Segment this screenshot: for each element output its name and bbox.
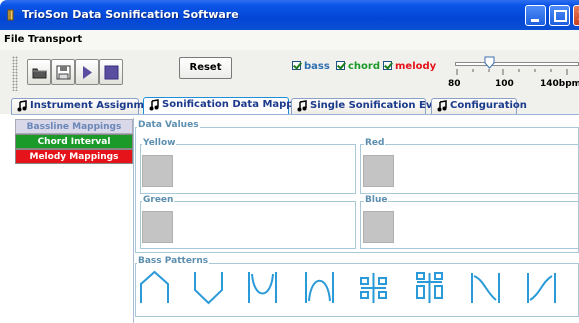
melody-checkbox-label: melody — [395, 61, 437, 72]
bass-patterns-title: Bass Patterns — [137, 256, 210, 266]
checkbox-check-icon — [292, 61, 301, 70]
maximize-button[interactable] — [549, 5, 570, 26]
bass-pattern-hill-icon[interactable] — [304, 270, 335, 305]
tempo-slider-thumb[interactable] — [484, 56, 495, 69]
tab-label: Configuration — [450, 100, 527, 111]
bass-pattern-down-up-icon[interactable] — [193, 270, 224, 305]
bassline-mappings-button[interactable]: Bassline Mappings — [15, 119, 133, 134]
window-title: TrioSon Data Sonification Software — [22, 8, 239, 21]
bass-pattern-up-down-icon[interactable] — [139, 270, 170, 305]
green-label: Green — [142, 195, 175, 205]
menu-file[interactable]: File — [4, 34, 24, 45]
bass-pattern-split-up-icon[interactable] — [414, 270, 445, 305]
chord-checkbox[interactable]: chord — [336, 61, 380, 72]
chord-interval-mappings-button[interactable]: Chord Interval Mappings — [15, 134, 133, 161]
yellow-label: Yellow — [142, 138, 177, 148]
bass-pattern-valley-icon[interactable] — [247, 270, 278, 305]
play-icon — [83, 66, 92, 79]
tempo-tick-label: 80 — [448, 79, 461, 89]
floppy-disk-icon — [56, 65, 71, 80]
music-note-icon — [149, 99, 159, 111]
tab-single-sonification-events[interactable]: Single Sonification Events — [291, 98, 457, 114]
red-drop-slot[interactable] — [363, 155, 394, 187]
app-icon — [7, 9, 14, 21]
blue-drop-slot[interactable] — [363, 211, 394, 243]
red-label: Red — [364, 138, 386, 148]
maximize-icon — [554, 10, 567, 22]
music-note-icon — [17, 100, 27, 112]
melody-checkbox[interactable]: melody — [383, 61, 436, 72]
bass-pattern-split-down-icon[interactable] — [358, 270, 389, 305]
close-button[interactable] — [573, 5, 579, 26]
chord-checkbox-label: chord — [348, 61, 381, 72]
stop-button[interactable] — [99, 59, 123, 85]
bass-checkbox[interactable]: bass — [292, 61, 330, 72]
checkbox-check-icon — [336, 61, 345, 70]
yellow-drop-slot[interactable] — [142, 155, 173, 187]
title-bar: TrioSon Data Sonification Software — [0, 0, 579, 30]
bass-pattern-ascent-icon[interactable] — [526, 270, 557, 305]
tempo-tick-label: 100 — [495, 79, 514, 89]
close-icon — [578, 11, 579, 20]
tab-instrument-assignment[interactable]: Instrument Assignment — [11, 98, 163, 114]
tempo-tick-label: 140bpm — [540, 79, 579, 89]
bass-checkbox-label: bass — [304, 61, 330, 72]
menu-bar: File Transport — [0, 30, 579, 50]
open-button[interactable] — [27, 59, 51, 85]
folder-icon — [32, 68, 47, 79]
minimize-icon — [531, 19, 539, 22]
menu-transport[interactable]: Transport — [28, 34, 82, 45]
tempo-ticks — [456, 69, 568, 75]
tempo-slider-track[interactable] — [455, 62, 579, 66]
checkbox-check-icon — [383, 61, 392, 70]
tab-configuration[interactable]: Configuration — [431, 98, 527, 114]
stop-icon — [104, 65, 119, 80]
bass-pattern-descent-icon[interactable] — [470, 270, 501, 305]
melody-mappings-button[interactable]: Melody Mappings — [15, 149, 133, 164]
blue-label: Blue — [364, 195, 389, 205]
save-button[interactable] — [51, 59, 75, 85]
green-drop-slot[interactable] — [142, 211, 173, 243]
music-note-icon — [297, 100, 307, 112]
tab-sonification-data-mappings[interactable]: Sonification Data Mappings — [143, 97, 317, 115]
minimize-button[interactable] — [525, 5, 546, 26]
toolbar-grip[interactable] — [12, 56, 18, 91]
music-note-icon — [437, 100, 447, 112]
data-values-title: Data Values — [137, 120, 200, 130]
play-button[interactable] — [75, 59, 99, 85]
reset-button[interactable]: Reset — [179, 57, 232, 79]
